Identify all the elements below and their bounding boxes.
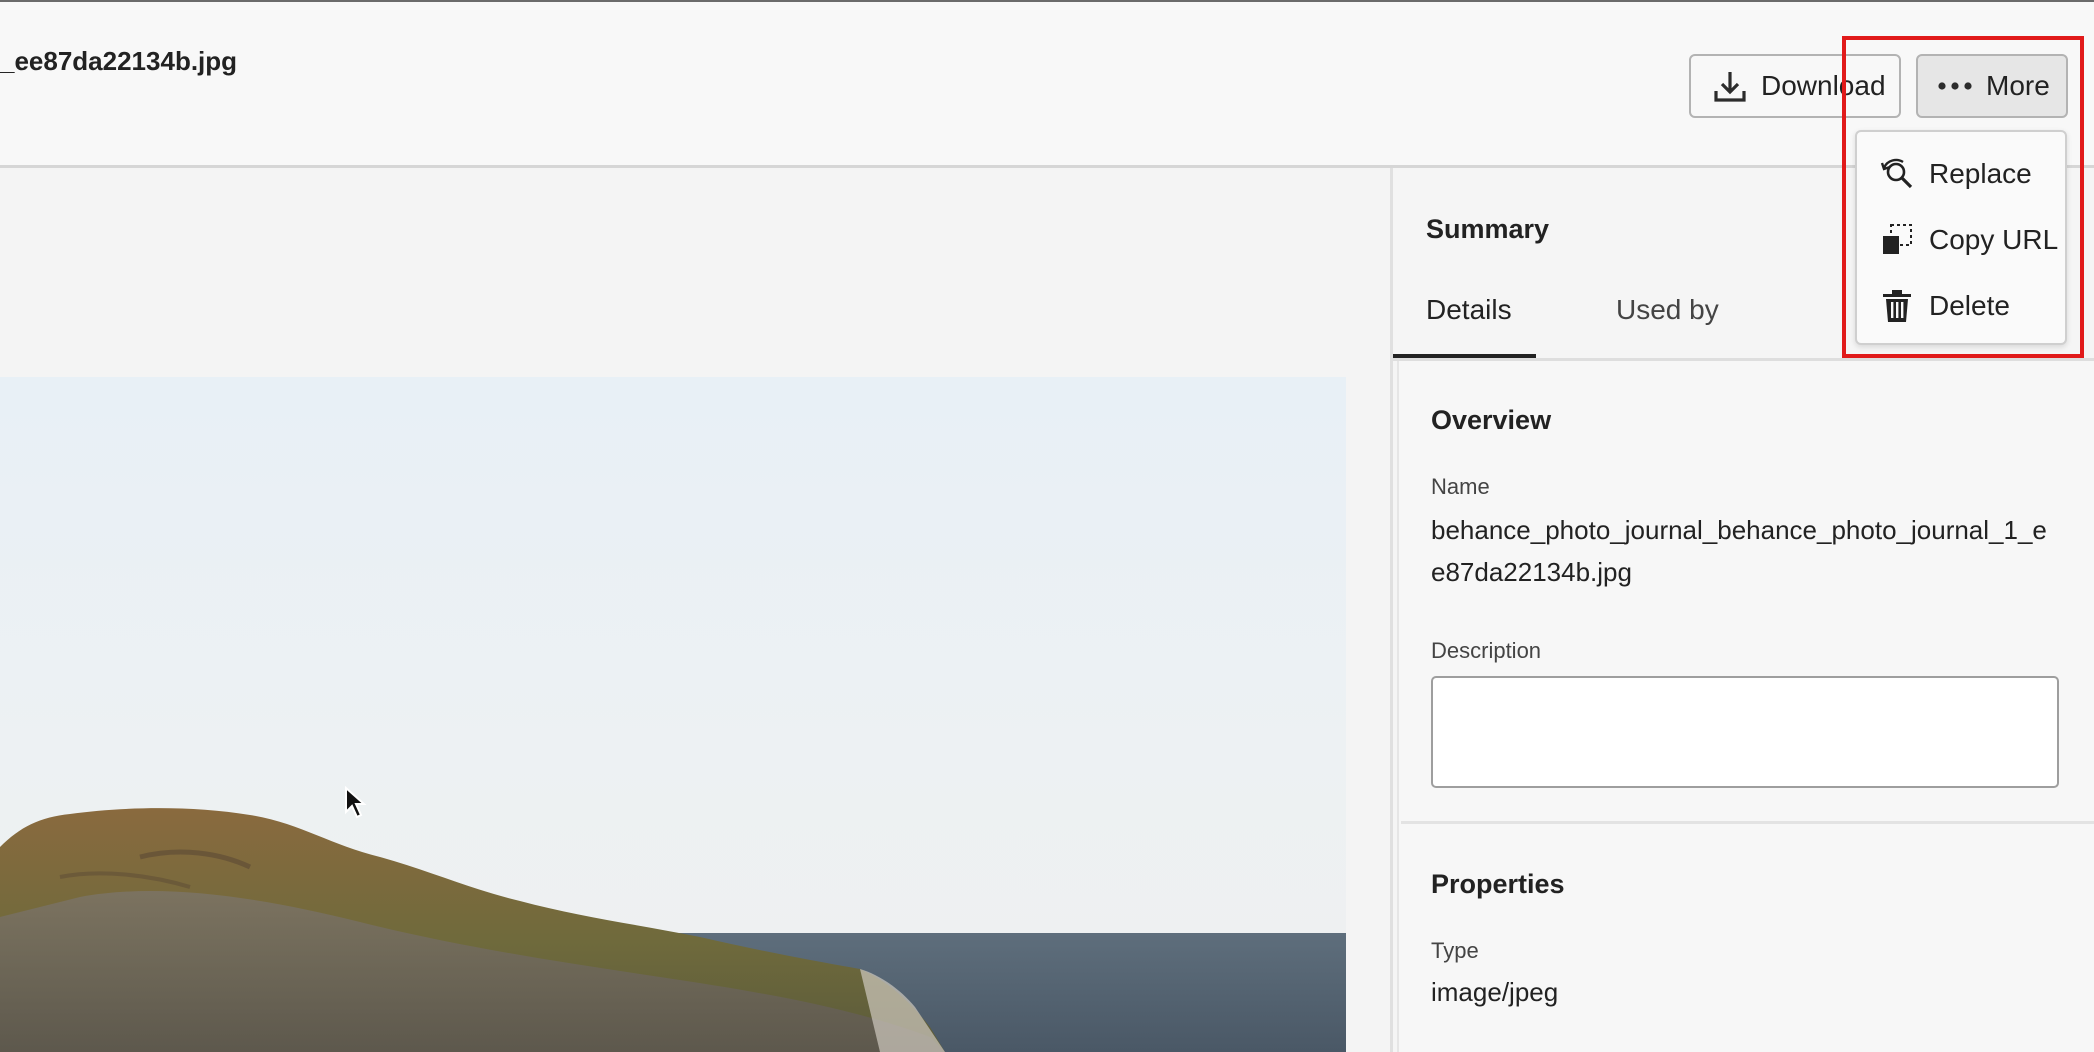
menu-item-replace-label: Replace: [1929, 158, 2032, 189]
menu-item-copy-url-label: Copy URL: [1929, 224, 2059, 255]
download-button[interactable]: Download: [1689, 54, 1901, 118]
description-label: Description: [1431, 638, 1542, 663]
asset-preview-image: [0, 377, 1346, 1052]
download-button-label: Download: [1761, 70, 1886, 101]
asset-file-title: _ee87da22134b.jpg: [0, 46, 238, 76]
name-label: Name: [1431, 474, 1490, 499]
download-icon: [1714, 72, 1746, 102]
trash-icon: [1883, 290, 1911, 322]
more-actions-menu: Replace Copy URL Delete: [1855, 130, 2067, 345]
mouse-pointer-icon: [344, 785, 368, 825]
menu-item-copy-url[interactable]: Copy URL: [1879, 216, 2069, 264]
properties-heading: Properties: [1431, 869, 1565, 899]
tab-details[interactable]: Details: [1426, 294, 1512, 326]
menu-item-delete-label: Delete: [1929, 290, 2010, 321]
menu-item-delete[interactable]: Delete: [1879, 282, 2069, 330]
tab-used-by[interactable]: Used by: [1616, 294, 1719, 326]
more-button-label: More: [1986, 70, 2050, 101]
section-divider: [1401, 821, 2094, 824]
more-button[interactable]: More: [1916, 54, 2068, 118]
more-dots-icon: [1938, 82, 1972, 90]
type-label: Type: [1431, 938, 1479, 963]
type-value: image/jpeg: [1431, 977, 1559, 1007]
overview-heading: Overview: [1431, 405, 1552, 435]
asset-header: _ee87da22134b.jpg Download More: [0, 0, 2094, 168]
copy-url-icon: [1883, 224, 1912, 254]
details-content: Overview Name behance_photo_journal_beha…: [1397, 361, 2094, 1052]
summary-title: Summary: [1426, 214, 1550, 244]
description-field[interactable]: [1431, 676, 2059, 788]
replace-icon: [1880, 158, 1913, 189]
menu-item-replace[interactable]: Replace: [1879, 150, 2069, 198]
name-value: behance_photo_journal_behance_photo_jour…: [1431, 515, 2047, 587]
